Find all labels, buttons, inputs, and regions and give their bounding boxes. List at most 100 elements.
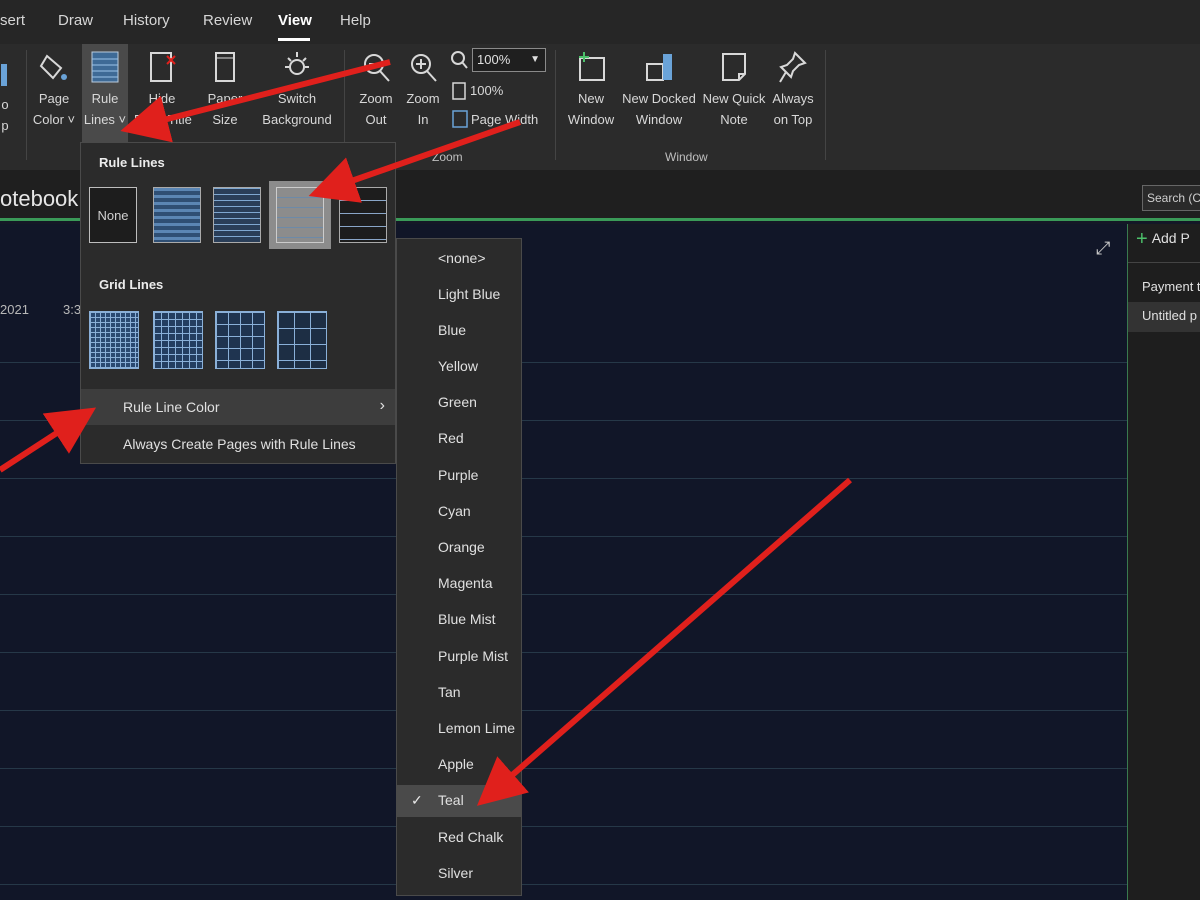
color-option-lemon-lime[interactable]: Lemon Lime: [397, 713, 521, 745]
color-label: Teal: [438, 792, 464, 808]
grid-very-large-option[interactable]: [277, 311, 327, 369]
tab-insert[interactable]: sert: [0, 12, 25, 29]
color-option-purple[interactable]: Purple: [397, 460, 521, 492]
tab-review[interactable]: Review: [203, 12, 252, 29]
color-label: <none>: [438, 250, 486, 266]
always-on-top-button[interactable]: Always on Top: [768, 44, 818, 130]
page-list-item[interactable]: Payment t: [1142, 279, 1200, 294]
search-input[interactable]: Search (C: [1142, 185, 1200, 211]
ribbon-separator: [825, 50, 826, 160]
color-option-orange[interactable]: Orange: [397, 532, 521, 564]
notebook-title[interactable]: otebook: [0, 186, 78, 212]
tab-view[interactable]: View: [278, 12, 312, 29]
zoom-search-icon: [450, 50, 468, 75]
rule-line: [0, 536, 1127, 537]
add-page-button[interactable]: + Add P: [1136, 228, 1190, 251]
switch-background-button[interactable]: Switch Background: [256, 44, 338, 130]
always-top-label-1: Always: [772, 91, 814, 106]
grid-medium-option[interactable]: [153, 311, 203, 369]
rule-line: [0, 652, 1127, 653]
color-option-magenta[interactable]: Magenta: [397, 568, 521, 600]
grid-small-option[interactable]: [89, 311, 139, 369]
color-option-blue[interactable]: Blue: [397, 315, 521, 347]
zoom-level-select[interactable]: 100% ▼: [472, 48, 546, 72]
color-label: Magenta: [438, 575, 493, 591]
always-create-rule-lines-item[interactable]: Always Create Pages with Rule Lines: [81, 426, 395, 462]
color-label: Light Blue: [438, 286, 501, 302]
color-label: Tan: [438, 684, 461, 700]
paint-bucket-icon: [39, 50, 69, 84]
color-option-teal[interactable]: ✓ Teal: [397, 785, 521, 817]
pin-icon: [778, 50, 808, 84]
rule-narrow-option[interactable]: [153, 187, 201, 243]
color-option-silver[interactable]: Silver: [397, 858, 521, 890]
rule-line: [0, 710, 1127, 711]
color-option-light-blue[interactable]: Light Blue: [397, 279, 521, 311]
page-width-button[interactable]: Page Width: [471, 112, 538, 127]
color-option-red-chalk[interactable]: Red Chalk: [397, 822, 521, 854]
color-label: Apple: [438, 756, 474, 772]
new-quick-label-2: Note: [720, 112, 748, 127]
tab-history[interactable]: History: [123, 12, 170, 29]
color-label: Yellow: [438, 358, 478, 374]
rule-line: [0, 884, 1127, 885]
rule-none-option[interactable]: None: [89, 187, 137, 243]
chevron-down-icon: ▼: [530, 54, 540, 65]
always-create-label: Always Create Pages with Rule Lines: [123, 436, 356, 452]
color-label: Purple: [438, 467, 479, 483]
new-window-icon: [576, 50, 606, 84]
tab-help[interactable]: Help: [340, 12, 371, 29]
page-color-label-2: Color ˅: [32, 112, 76, 127]
color-option-yellow[interactable]: Yellow: [397, 351, 521, 383]
color-option-apple[interactable]: Apple: [397, 749, 521, 781]
ribbon-separator: [26, 50, 27, 160]
new-docked-label-1: New Docked: [622, 91, 696, 106]
rule-line-color-item[interactable]: Rule Line Color ›: [81, 389, 395, 425]
grid-large-option[interactable]: [215, 311, 265, 369]
hide-page-title-button[interactable]: Hide Page Title: [134, 44, 192, 130]
new-docked-label-2: Window: [635, 112, 683, 127]
active-tab-indicator: [278, 38, 310, 41]
page-width-icon: [452, 110, 468, 133]
rule-lines-label-2: Lines ˅: [83, 112, 127, 127]
new-window-label-2: Window: [567, 112, 615, 127]
page-list-item[interactable]: Untitled p: [1142, 308, 1197, 323]
tab-draw[interactable]: Draw: [58, 12, 93, 29]
paper-size-icon: [210, 50, 240, 84]
zoom-in-button[interactable]: Zoom In: [400, 44, 446, 130]
zoom-in-label-1: Zoom: [406, 91, 440, 106]
hide-title-label-2: Page Title: [134, 112, 192, 127]
quick-note-icon: [719, 50, 749, 84]
paper-size-button[interactable]: Paper Size: [200, 44, 250, 130]
chevron-right-icon: ›: [379, 397, 385, 414]
rule-lines-button[interactable]: Rule Lines ˅: [82, 44, 128, 142]
zoom-100-button[interactable]: 100%: [470, 83, 503, 98]
color-option-cyan[interactable]: Cyan: [397, 496, 521, 528]
page-color-button[interactable]: Page Color ˅: [30, 44, 78, 130]
partial-button-label-2: p: [1, 118, 9, 133]
color-option-blue-mist[interactable]: Blue Mist: [397, 604, 521, 636]
switch-bg-label-1: Switch: [277, 91, 317, 106]
rule-line: [0, 594, 1127, 595]
zoom-group-label: Zoom: [432, 150, 463, 164]
new-quick-label-1: New Quick: [702, 91, 766, 106]
color-option-none[interactable]: <none>: [397, 243, 521, 275]
color-option-red[interactable]: Red: [397, 423, 521, 455]
zoom-out-label-2: Out: [365, 112, 387, 127]
rule-wide-option[interactable]: [339, 187, 387, 243]
color-label: Cyan: [438, 503, 471, 519]
color-option-purple-mist[interactable]: Purple Mist: [397, 641, 521, 673]
zoom-out-button[interactable]: Zoom Out: [352, 44, 400, 130]
rule-college-option[interactable]: [213, 187, 261, 243]
divider: [1128, 262, 1200, 263]
color-option-green[interactable]: Green: [397, 387, 521, 419]
color-option-tan[interactable]: Tan: [397, 677, 521, 709]
docked-window-icon: [644, 50, 674, 84]
new-window-label-1: New: [577, 91, 604, 106]
partial-ribbon-button[interactable]: o p: [0, 50, 14, 136]
new-docked-window-button[interactable]: New Docked Window: [620, 44, 698, 130]
new-window-button[interactable]: New Window: [562, 44, 620, 130]
expand-icon[interactable]: ⤢: [1096, 238, 1110, 259]
rule-standard-option-selected[interactable]: [269, 181, 331, 249]
new-quick-note-button[interactable]: New Quick Note: [700, 44, 768, 130]
